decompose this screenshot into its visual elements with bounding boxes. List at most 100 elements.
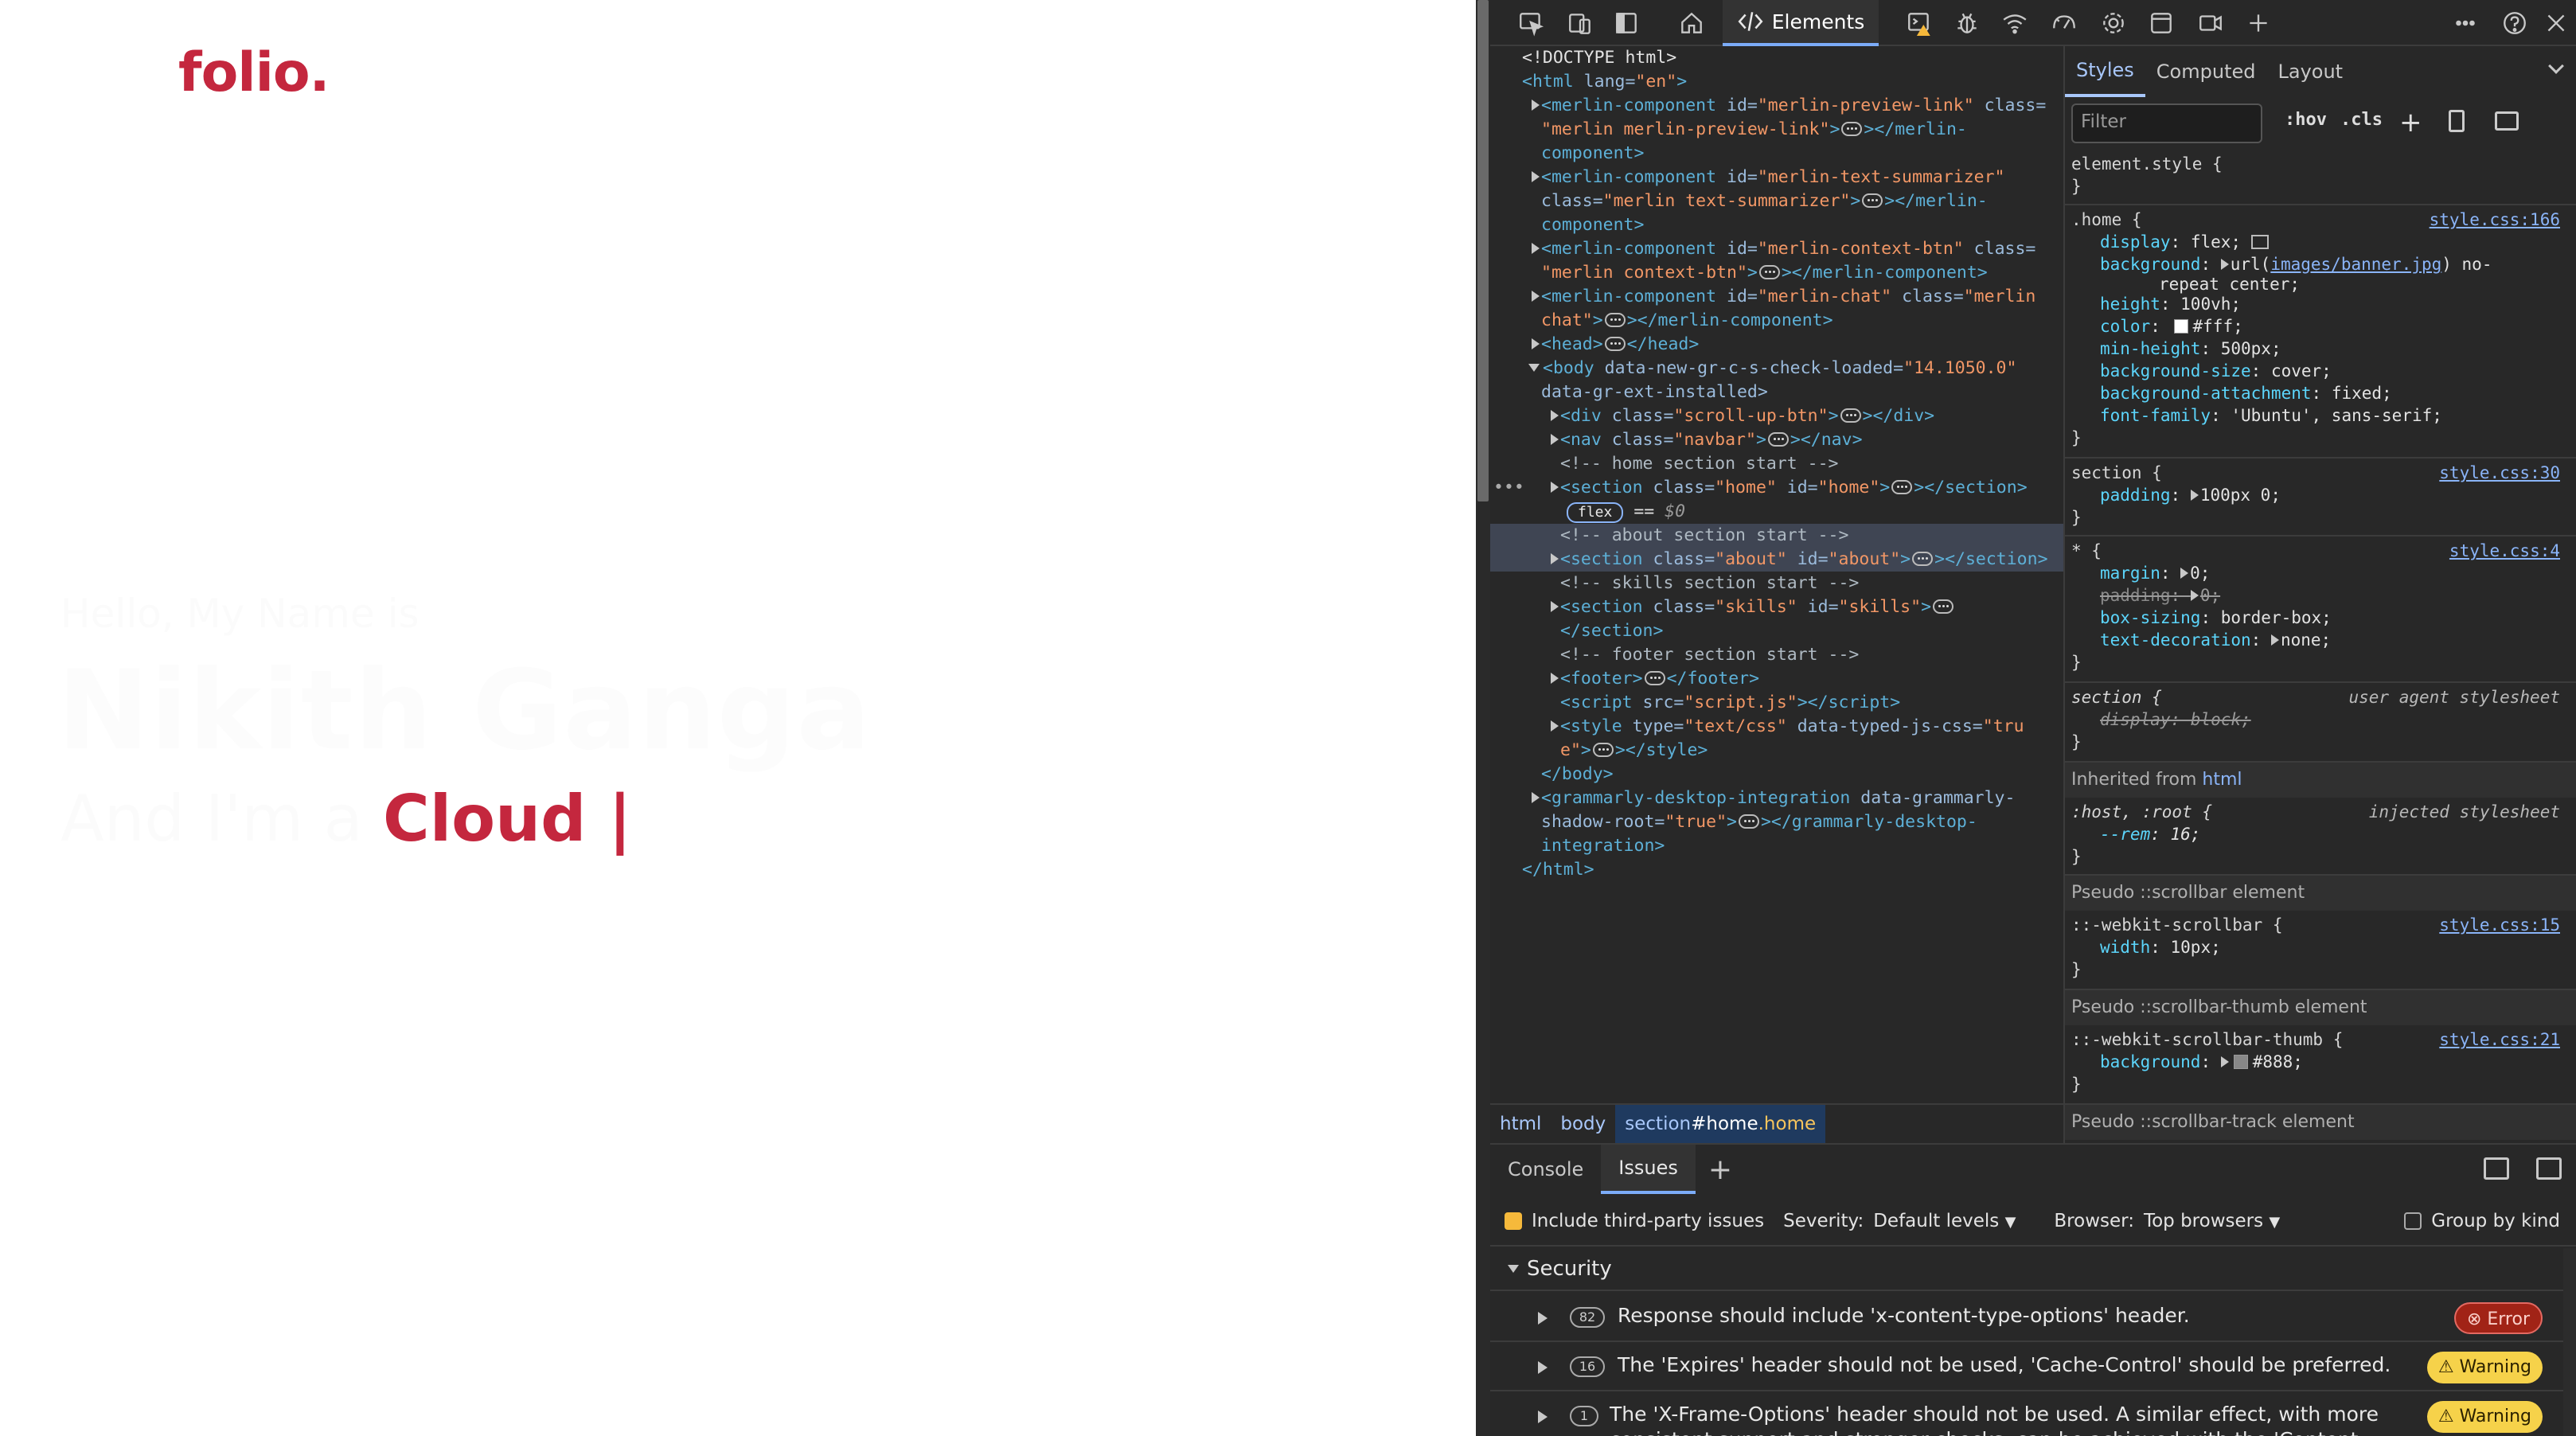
sources-bug-icon[interactable] — [1950, 6, 1984, 40]
collapse-triangle-icon[interactable] — [1508, 1265, 1519, 1273]
issue-row[interactable]: 16 The 'Expires' header should not be us… — [1490, 1342, 2576, 1391]
breadcrumb-html[interactable]: html — [1490, 1105, 1551, 1143]
issue-row[interactable]: 82 Response should include 'x-content-ty… — [1490, 1293, 2576, 1342]
source-link[interactable]: style.css:30 — [2439, 462, 2560, 484]
expand-triangle-icon[interactable] — [1538, 1312, 1548, 1325]
ellipsis-icon[interactable] — [1912, 552, 1934, 566]
expand-triangle-icon[interactable] — [1538, 1361, 1548, 1374]
paint-brush-icon[interactable] — [2449, 110, 2465, 132]
ellipsis-icon[interactable] — [1738, 814, 1759, 829]
color-swatch[interactable] — [2233, 1055, 2248, 1069]
tree-line-section-skills[interactable]: <section class="skills" id="skills"> — [1490, 595, 2063, 619]
tree-line-section-skills-end[interactable]: </section> — [1490, 619, 2063, 643]
source-link[interactable]: style.css:15 — [2439, 914, 2560, 936]
ellipsis-icon[interactable] — [1644, 671, 1665, 685]
tree-line-doctype[interactable]: <!DOCTYPE html> — [1490, 46, 2063, 70]
source-link[interactable]: style.css:166 — [2430, 209, 2560, 231]
tree-line-body-end[interactable]: </body> — [1490, 763, 2063, 786]
tree-line-merlin-summarizer[interactable]: <merlin-component id="merlin-text-summar… — [1490, 166, 2063, 189]
tree-line-merlin-preview[interactable]: <merlin-component id="merlin-preview-lin… — [1490, 94, 2063, 118]
expand-triangle-icon[interactable] — [1551, 553, 1559, 564]
tree-line-merlin-context[interactable]: <merlin-component id="merlin-context-btn… — [1490, 237, 2063, 261]
group-by-kind-checkbox[interactable]: Group by kind — [2404, 1211, 2560, 1231]
add-drawer-tab-plus-icon[interactable]: + — [1696, 1153, 1732, 1186]
console-warning-icon[interactable] — [1903, 6, 1936, 40]
rule-webkit-scrollbar[interactable]: style.css:15 ::-webkit-scrollbar { width… — [2065, 911, 2576, 990]
expand-triangle-icon[interactable] — [2220, 1056, 2229, 1067]
ellipsis-icon[interactable] — [1592, 743, 1614, 757]
expand-triangle-icon[interactable] — [1551, 434, 1559, 445]
source-link[interactable]: style.css:21 — [2439, 1028, 2560, 1051]
tree-line-style[interactable]: <style type="text/css" data-typed-js-css… — [1490, 715, 2063, 739]
tab-elements[interactable]: Elements — [1723, 0, 1879, 46]
close-icon[interactable] — [2539, 6, 2573, 40]
expand-triangle-icon[interactable] — [1532, 100, 1540, 111]
tree-line-merlin-context-cont[interactable]: "merlin context-btn"> ></merlin-component… — [1490, 261, 2063, 285]
tree-line-merlin-chat[interactable]: <merlin-component id="merlin-chat" class… — [1490, 285, 2063, 309]
source-link[interactable]: style.css:4 — [2449, 540, 2560, 562]
expand-triangle-icon[interactable] — [1551, 601, 1559, 612]
rule-home[interactable]: style.css:166 .home { display: flex; bac… — [2065, 205, 2576, 459]
expand-triangle-icon[interactable] — [1532, 171, 1540, 182]
issue-row[interactable]: 1 The 'X-Frame-Options' header should no… — [1490, 1391, 2576, 1436]
ellipsis-icon[interactable] — [1758, 265, 1780, 279]
browser-select[interactable]: Top browsers ▼ — [2134, 1211, 2280, 1231]
close-drawer-icon[interactable] — [2536, 1157, 2562, 1180]
tree-line-section-about[interactable]: <section class="about" id="about"> ></sec… — [1490, 548, 2063, 572]
rule-element-style[interactable]: element.style { } — [2065, 150, 2576, 205]
expand-triangle-icon[interactable] — [1538, 1411, 1548, 1423]
tree-line-scroll-up-btn[interactable]: <div class="scroll-up-btn"> ></div> — [1490, 404, 2063, 428]
tree-line-comment-skills[interactable]: <!-- skills section start --> — [1490, 572, 2063, 595]
expand-triangle-icon[interactable] — [2190, 590, 2199, 601]
performance-gauge-icon[interactable] — [2047, 6, 2081, 40]
device-toolbar-icon[interactable] — [1563, 6, 1597, 40]
expand-triangle-icon[interactable] — [1532, 792, 1540, 803]
expand-triangle-icon[interactable] — [1551, 720, 1559, 732]
site-logo[interactable]: folio. — [178, 41, 330, 104]
expand-triangle-icon[interactable] — [2220, 259, 2229, 270]
ellipsis-icon[interactable] — [1604, 313, 1626, 327]
tab-issues[interactable]: Issues — [1601, 1145, 1696, 1194]
checkbox-checked-icon[interactable] — [1505, 1212, 1522, 1230]
tree-line-merlin-summarizer-cont[interactable]: class="merlin text-summarizer"> ></merlin… — [1490, 189, 2063, 213]
expand-triangle-icon[interactable] — [1551, 410, 1559, 421]
node-actions-ellipsis-icon[interactable]: ••• — [1493, 476, 1524, 500]
network-wifi-icon[interactable] — [1998, 6, 2032, 40]
checkbox-unchecked-icon[interactable] — [2404, 1212, 2422, 1230]
rule-webkit-scrollbar-thumb[interactable]: style.css:21 ::-webkit-scrollbar-thumb {… — [2065, 1025, 2576, 1105]
ellipsis-icon[interactable] — [1862, 193, 1883, 208]
expand-triangle-icon[interactable] — [2190, 490, 2199, 501]
recorder-camera-icon[interactable] — [2194, 6, 2227, 40]
breadcrumb-section-home[interactable]: section #home .home — [1615, 1105, 1826, 1143]
ellipsis-icon[interactable] — [1604, 337, 1626, 351]
expand-triangle-icon[interactable] — [2270, 634, 2279, 646]
hover-state-button[interactable]: :hov — [2285, 110, 2327, 130]
settings-gear-icon[interactable] — [2097, 6, 2130, 40]
class-toggle-button[interactable]: .cls — [2340, 110, 2383, 130]
chevron-down-icon[interactable] — [2548, 58, 2564, 74]
tree-line-html-end[interactable]: </html> — [1490, 858, 2063, 882]
help-icon[interactable] — [2498, 6, 2531, 40]
expand-triangle-icon[interactable] — [1551, 673, 1559, 684]
styles-filter-input[interactable]: Filter — [2071, 103, 2262, 143]
ellipsis-icon[interactable] — [1841, 122, 1863, 136]
dock-drawer-icon[interactable] — [2484, 1157, 2509, 1180]
inspect-element-icon[interactable] — [1514, 6, 1548, 40]
expand-triangle-icon[interactable] — [2180, 568, 2189, 579]
rule-host-root[interactable]: injected stylesheet :host, :root { --rem… — [2065, 798, 2576, 876]
expand-triangle-icon[interactable] — [1532, 338, 1540, 349]
tree-line-head[interactable]: <head> </head> — [1490, 333, 2063, 357]
tree-line-style-cont[interactable]: e"> ></style> — [1490, 739, 2063, 763]
collapse-triangle-icon[interactable] — [1528, 364, 1540, 372]
color-swatch[interactable] — [2173, 319, 2188, 334]
rule-universal[interactable]: style.css:4 * { margin: 0; padding: 0; b… — [2065, 537, 2576, 683]
toggle-sidebar-icon[interactable] — [2495, 111, 2519, 131]
severity-select[interactable]: Default levels ▼ — [1864, 1211, 2016, 1231]
tab-layout[interactable]: Layout — [2266, 46, 2354, 97]
expand-triangle-icon[interactable] — [1532, 291, 1540, 302]
application-window-icon[interactable] — [2145, 6, 2178, 40]
tree-line-body-cont[interactable]: data-gr-ext-installed> — [1490, 380, 2063, 404]
drawer-scrollbar[interactable] — [2563, 1248, 2576, 1436]
tree-line-body[interactable]: <body data-new-gr-c-s-check-loaded="14.1… — [1490, 357, 2063, 380]
ellipsis-icon[interactable] — [1840, 408, 1861, 423]
